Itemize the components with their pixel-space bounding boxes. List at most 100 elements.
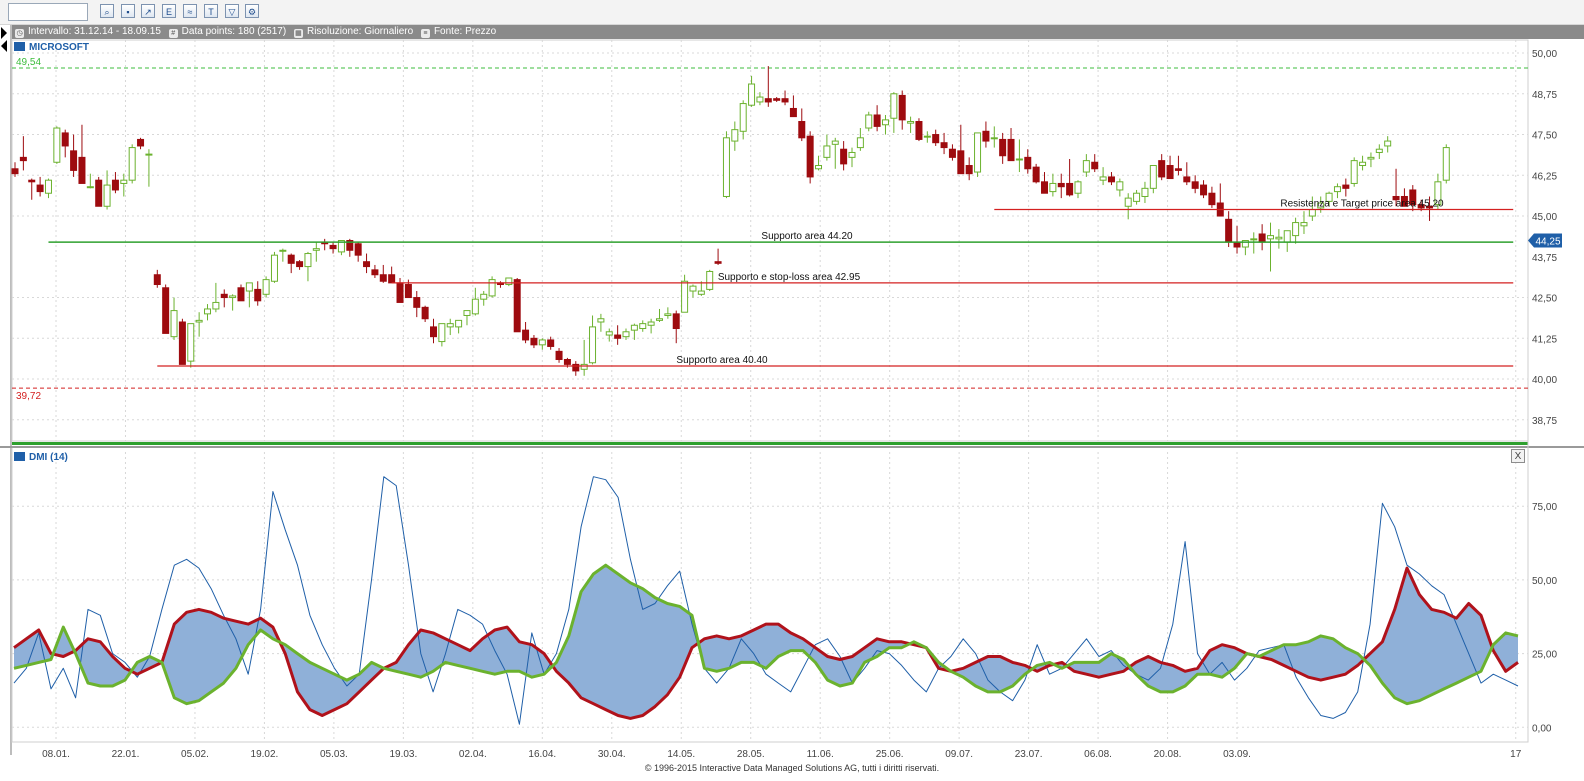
candle	[279, 248, 287, 262]
last-price-label: 44,25	[1535, 237, 1560, 248]
candle-body	[605, 331, 613, 336]
candle	[254, 281, 262, 306]
candle-body	[1124, 197, 1132, 207]
x-tick-label: 02.04.	[459, 749, 487, 760]
candle-body	[1024, 156, 1032, 170]
candle	[999, 132, 1007, 164]
candle-body	[78, 156, 86, 184]
candle	[137, 137, 145, 150]
candle	[1258, 224, 1266, 251]
candle-body	[1359, 161, 1367, 167]
candle-body	[103, 184, 111, 207]
candle-body	[44, 179, 52, 194]
candle-body	[915, 121, 923, 140]
candle	[53, 126, 61, 164]
candle	[61, 129, 69, 158]
candle-body	[463, 310, 471, 316]
copyright-text: © 1996-2015 Interactive Data Managed Sol…	[644, 763, 940, 773]
candle	[1166, 155, 1174, 180]
candle-body	[1091, 161, 1099, 170]
y-tick-label: 43,75	[1532, 253, 1557, 264]
candle	[681, 274, 689, 313]
candle-body	[672, 313, 680, 330]
candle	[262, 276, 270, 298]
candle	[957, 124, 965, 175]
candle	[1191, 175, 1199, 194]
candle-body	[547, 339, 555, 347]
candle	[1049, 173, 1057, 197]
x-tick-label: 30.04.	[598, 749, 626, 760]
candle-body	[873, 114, 881, 127]
candle	[363, 253, 371, 274]
adx-line	[13, 476, 1519, 725]
candle	[86, 173, 94, 189]
candle-body	[848, 151, 856, 158]
candle-body	[1149, 165, 1157, 189]
candle	[237, 284, 245, 302]
candle-body	[388, 274, 396, 284]
candle-body	[572, 363, 580, 372]
candle-body	[262, 279, 270, 295]
candle-body	[446, 323, 454, 328]
candle	[36, 176, 44, 197]
candle	[639, 320, 647, 332]
candle-body	[61, 132, 69, 147]
candle-body	[1442, 147, 1450, 181]
candle-body	[1174, 168, 1182, 171]
candle	[1158, 154, 1166, 181]
candle-body	[86, 186, 94, 189]
candle	[597, 313, 605, 332]
candle	[815, 155, 823, 171]
candle-body	[1292, 222, 1300, 237]
y-tick-label: 45,00	[1532, 212, 1557, 223]
candle	[455, 319, 463, 334]
candle-body	[806, 135, 814, 178]
candle	[1367, 152, 1375, 168]
candle-body	[974, 132, 982, 173]
candle-body	[178, 321, 186, 365]
y-tick-label: 50,00	[1532, 49, 1557, 60]
candle-body	[120, 179, 128, 184]
candle-body	[932, 134, 940, 144]
candle-body	[990, 137, 998, 140]
candle	[798, 108, 806, 142]
y-tick-label: 38,75	[1532, 416, 1557, 427]
candle	[1082, 154, 1090, 177]
candle-body	[639, 323, 647, 330]
candle	[714, 248, 722, 265]
x-tick-label: 17	[1510, 749, 1522, 760]
candle	[789, 95, 797, 118]
candle-body	[1049, 182, 1057, 193]
candle	[430, 318, 437, 344]
candle-body	[204, 308, 212, 315]
candle-body	[647, 321, 655, 326]
y-tick-label: 48,75	[1532, 90, 1557, 101]
candle	[463, 310, 471, 326]
candle-body	[1041, 181, 1049, 194]
candle	[689, 284, 697, 298]
candle-body	[1191, 181, 1199, 189]
candle	[220, 289, 228, 308]
candle	[890, 92, 898, 133]
candle	[781, 90, 789, 106]
candle-body	[53, 127, 61, 163]
legend-swatch	[14, 452, 25, 461]
candle-body	[589, 326, 597, 364]
candle	[379, 264, 387, 283]
candle	[329, 242, 337, 254]
candle	[748, 75, 756, 107]
candle-body	[580, 363, 588, 370]
candle	[572, 361, 580, 376]
candle	[522, 322, 530, 344]
candle	[145, 149, 153, 187]
candle	[1292, 217, 1300, 244]
candle	[923, 131, 931, 143]
candle	[1141, 181, 1149, 204]
close-indicator-button[interactable]: X	[1511, 449, 1525, 463]
candle-body	[162, 287, 170, 334]
candle	[940, 132, 948, 155]
x-tick-label: 28.05.	[737, 749, 765, 760]
candle	[1375, 144, 1383, 159]
candle-body	[1342, 184, 1350, 189]
x-tick-label: 19.02.	[251, 749, 279, 760]
